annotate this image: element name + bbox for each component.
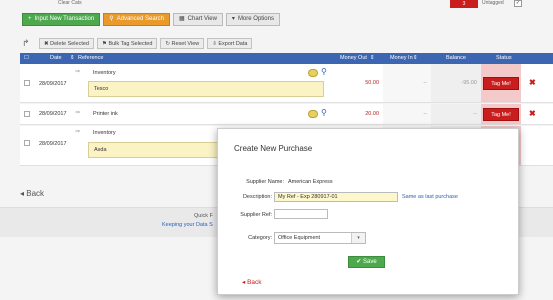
category-select[interactable]: Office Equipment ▾ xyxy=(274,232,366,244)
supplier-name-value: American Express xyxy=(288,179,333,185)
dialog-back-link[interactable]: ◂ Back xyxy=(242,278,262,286)
category-label: Category: xyxy=(248,235,272,241)
supplier-name-label: Supplier Name: xyxy=(246,179,284,185)
modal-overlay: Create New Purchase Supplier Name: Ameri… xyxy=(0,0,553,300)
description-input[interactable] xyxy=(274,192,398,202)
dialog-title: Create New Purchase xyxy=(234,144,313,153)
dialog-back-label: Back xyxy=(247,279,262,286)
check-icon: ✔ xyxy=(356,259,362,265)
supplier-ref-input[interactable] xyxy=(274,209,328,219)
create-purchase-dialog: Create New Purchase Supplier Name: Ameri… xyxy=(217,128,519,295)
chevron-down-icon[interactable]: ▾ xyxy=(351,233,365,243)
description-label: Description: xyxy=(242,194,272,200)
save-button[interactable]: ✔ Save xyxy=(348,256,385,268)
category-value: Office Equipment xyxy=(278,235,321,241)
same-as-last-link[interactable]: Same as last purchase xyxy=(402,194,458,200)
save-label: Save xyxy=(363,259,377,265)
supplier-ref-label: Supplier Ref: xyxy=(240,212,272,218)
